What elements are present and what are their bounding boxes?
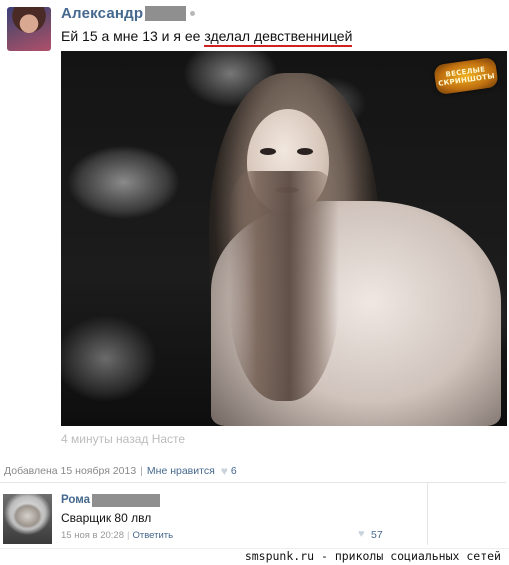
commenter-avatar[interactable] (3, 494, 52, 544)
photo-eye-left (260, 148, 276, 155)
comment-meta: 15 ноя в 20:28 | Ответить (61, 530, 173, 541)
author-name[interactable]: Александр (61, 5, 143, 22)
comment-like-count[interactable]: 57 (371, 529, 383, 541)
heart-icon[interactable]: ♥ (358, 528, 365, 540)
photo-eye-right (297, 148, 313, 155)
watermark-logo: ВЕСЕЛЫЕ СКРИНШОТЫ (433, 56, 499, 96)
heart-icon[interactable]: ♥ (221, 464, 228, 478)
like-button[interactable]: Мне нравится (147, 465, 215, 477)
commenter-name[interactable]: Рома (61, 494, 90, 506)
comment-divider (427, 482, 428, 545)
comment-text: Сварщик 80 лвл (61, 511, 152, 525)
photo-caption: 4 минуты назад Насте (61, 432, 186, 446)
post-meta: Добавлена 15 ноября 2013 | Мне нравится ♥ 6 (4, 464, 237, 478)
meta-separator: | (140, 465, 143, 477)
online-status-icon (190, 11, 195, 16)
post-photo[interactable]: ВЕСЕЛЫЕ СКРИНШОТЫ (61, 51, 507, 426)
meta-separator: | (126, 530, 130, 541)
post-text-underlined: зделал девственницей (204, 28, 353, 47)
redaction-bar (145, 6, 186, 21)
footer-text: smspunk.ru - приколы социальных сетей (244, 549, 501, 563)
author-avatar[interactable] (7, 7, 51, 51)
added-label: Добавлена (4, 465, 58, 477)
watermark-text: ВЕСЕЛЫЕ СКРИНШОТЫ (437, 65, 496, 88)
post-text: Ей 15 а мне 13 и я ее зделал девственниц… (61, 28, 353, 47)
photo-hair-strands (229, 171, 339, 401)
post-text-start: Ей 15 а мне 13 и я ее (61, 28, 205, 44)
redaction-bar (92, 494, 160, 507)
comment-date[interactable]: 15 ноя в 20:28 (61, 530, 124, 541)
reply-button[interactable]: Ответить (132, 530, 173, 541)
like-count[interactable]: 6 (231, 465, 237, 477)
added-date[interactable]: 15 ноября 2013 (61, 465, 137, 477)
